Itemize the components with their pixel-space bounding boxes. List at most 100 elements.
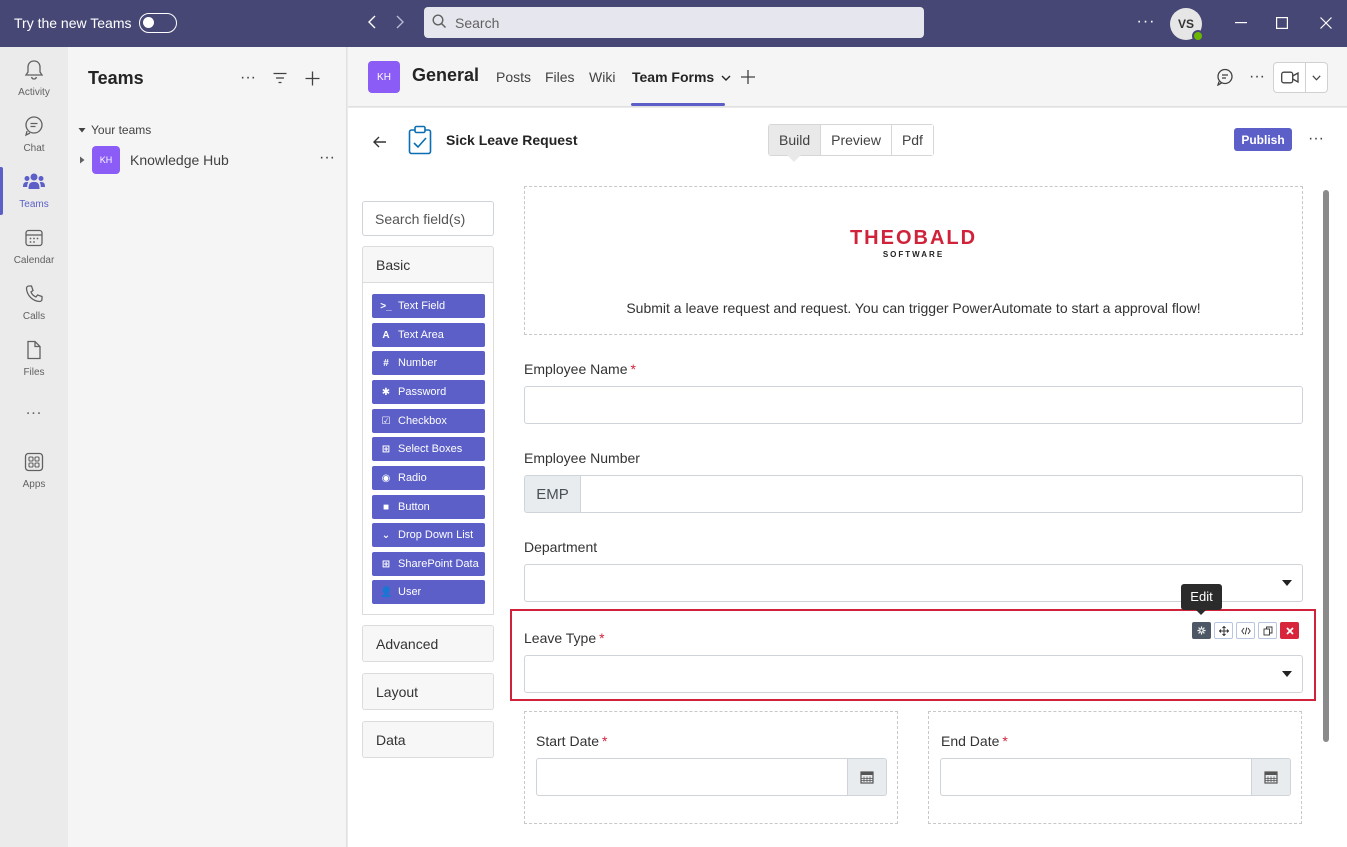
rail-item-chat[interactable]: Chat xyxy=(0,107,68,163)
tab-wiki[interactable]: Wiki xyxy=(589,69,615,85)
section-label: Your teams xyxy=(91,123,152,137)
rail-item-calendar[interactable]: Calendar xyxy=(0,219,68,275)
search-fields-input[interactable] xyxy=(362,201,494,236)
label-text: Start Date xyxy=(536,733,600,749)
search-input[interactable] xyxy=(455,14,895,31)
caret-down-icon xyxy=(1282,671,1292,677)
teams-icon xyxy=(22,171,46,196)
component-button[interactable]: ■ Button xyxy=(372,495,485,519)
component-label: Text Field xyxy=(398,300,446,312)
move-icon[interactable] xyxy=(1214,622,1233,639)
mode-tab-build[interactable]: Build xyxy=(769,125,822,162)
component-user[interactable]: 👤 User xyxy=(372,580,485,604)
tab-posts[interactable]: Posts xyxy=(496,69,531,85)
chevron-down-icon[interactable] xyxy=(1306,63,1327,92)
more-options-icon[interactable]: ··· xyxy=(1247,67,1267,87)
group-basic[interactable]: Basic xyxy=(362,246,494,283)
more-options-icon[interactable]: ··· xyxy=(1136,13,1156,33)
filter-icon[interactable] xyxy=(269,67,291,89)
rail-item-activity[interactable]: Activity xyxy=(0,51,68,107)
chevron-circle-down-icon: ⌄ xyxy=(381,529,391,541)
font-icon: A xyxy=(382,329,390,341)
user-avatar[interactable]: VS xyxy=(1170,8,1204,42)
user-icon: 👤 xyxy=(380,586,393,598)
calendar-icon xyxy=(23,227,45,252)
component-text-area[interactable]: A Text Area xyxy=(372,323,485,347)
mode-tab-pdf[interactable]: Pdf xyxy=(891,125,933,155)
employee-number-input[interactable] xyxy=(581,475,1303,513)
leave-type-select[interactable] xyxy=(524,655,1303,693)
employee-name-input[interactable] xyxy=(524,386,1303,424)
rail-item-files[interactable]: Files xyxy=(0,331,68,387)
try-new-teams-label: Try the new Teams xyxy=(14,15,132,31)
forward-nav-icon[interactable] xyxy=(390,12,410,32)
try-new-teams-toggle[interactable] xyxy=(139,13,177,33)
stop-icon: ■ xyxy=(382,501,390,513)
component-sharepoint-data[interactable]: ⊞ SharePoint Data xyxy=(372,552,485,576)
clipboard-check-icon xyxy=(408,125,432,155)
component-label: Drop Down List xyxy=(398,529,474,541)
copy-icon[interactable] xyxy=(1258,622,1277,639)
label-text: End Date xyxy=(941,733,1000,749)
component-label: Select Boxes xyxy=(398,443,463,455)
tab-team-forms[interactable]: Team Forms xyxy=(632,69,731,85)
component-select-boxes[interactable]: ⊞ Select Boxes xyxy=(372,437,485,461)
back-arrow-icon[interactable] xyxy=(370,132,390,152)
channel-avatar: KH xyxy=(368,61,400,93)
form-header-block[interactable]: THEOBALD SOFTWARE Submit a leave request… xyxy=(524,186,1303,335)
rail-label: Calls xyxy=(22,311,46,322)
end-date-group xyxy=(940,758,1291,796)
component-radio[interactable]: ◉ Radio xyxy=(372,466,485,490)
code-icon[interactable] xyxy=(1236,622,1255,639)
publish-button[interactable]: Publish xyxy=(1234,128,1292,151)
more-options-icon[interactable]: ··· xyxy=(237,67,259,89)
component-number[interactable]: # Number xyxy=(372,351,485,375)
component-checkbox[interactable]: ☑ Checkbox xyxy=(372,409,485,433)
more-options-icon[interactable]: ··· xyxy=(1308,130,1324,148)
field-label-start-date: Start Date * xyxy=(536,733,607,749)
calendar-icon[interactable] xyxy=(847,758,887,796)
add-team-icon[interactable] xyxy=(301,67,323,89)
field-label-department: Department xyxy=(524,539,598,555)
mode-tab-preview[interactable]: Preview xyxy=(821,125,892,155)
conversation-icon[interactable] xyxy=(1215,67,1235,87)
minimize-icon[interactable] xyxy=(1229,12,1253,34)
group-layout[interactable]: Layout xyxy=(362,673,494,710)
file-icon xyxy=(23,339,45,364)
close-window-icon[interactable] xyxy=(1314,12,1338,34)
team-item-knowledge-hub[interactable]: KH Knowledge Hub ··· xyxy=(78,145,338,175)
tab-files[interactable]: Files xyxy=(545,69,575,85)
presence-available-icon xyxy=(1192,30,1204,42)
add-tab-icon[interactable] xyxy=(738,67,758,87)
dot-circle-icon: ◉ xyxy=(381,472,391,484)
vertical-scrollbar[interactable] xyxy=(1323,190,1329,742)
global-search[interactable] xyxy=(424,7,924,38)
meet-button[interactable] xyxy=(1273,62,1328,93)
plus-square-icon: ⊞ xyxy=(381,443,391,455)
caret-right-icon[interactable] xyxy=(78,156,86,164)
start-date-input[interactable] xyxy=(536,758,847,796)
end-date-input[interactable] xyxy=(940,758,1251,796)
maximize-icon[interactable] xyxy=(1270,12,1294,34)
rail-item-calls[interactable]: Calls xyxy=(0,275,68,331)
tab-label: Team Forms xyxy=(632,69,715,85)
edit-tooltip: Edit xyxy=(1181,584,1222,615)
component-drop-down-list[interactable]: ⌄ Drop Down List xyxy=(372,523,485,547)
rail-item-apps[interactable]: Apps xyxy=(0,443,68,499)
component-text-field[interactable]: >_ Text Field xyxy=(372,294,485,318)
calendar-icon[interactable] xyxy=(1251,758,1291,796)
gear-icon[interactable] xyxy=(1192,622,1211,639)
rail-item-teams[interactable]: Teams xyxy=(0,163,68,219)
component-password[interactable]: ✱ Password xyxy=(372,380,485,404)
group-advanced[interactable]: Advanced xyxy=(362,625,494,662)
label-text: Leave Type xyxy=(524,630,597,646)
team-more-options-icon[interactable]: ··· xyxy=(316,149,338,167)
group-data[interactable]: Data xyxy=(362,721,494,758)
your-teams-section[interactable]: Your teams xyxy=(78,123,151,137)
rail-more-apps[interactable]: ... xyxy=(0,393,68,418)
video-camera-icon[interactable] xyxy=(1274,63,1307,92)
search-icon xyxy=(432,13,447,32)
back-nav-icon[interactable] xyxy=(362,12,382,32)
asterisk-icon: ✱ xyxy=(381,386,391,398)
remove-icon[interactable] xyxy=(1280,622,1299,639)
